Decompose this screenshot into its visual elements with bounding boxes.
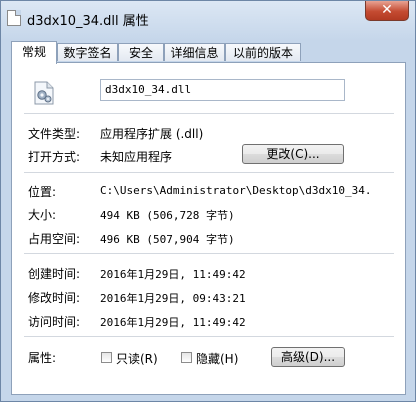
file-icon [7, 10, 21, 26]
general-panel: d3dx10_34.dll 文件类型: 应用程序扩展 (.dll) 打开方式: … [11, 62, 406, 395]
file-type-value: 应用程序扩展 (.dll) [100, 127, 204, 141]
modified-label: 修改时间: [28, 291, 81, 305]
location-label: 位置: [28, 185, 57, 199]
accessed-label: 访问时间: [28, 315, 81, 329]
size-on-disk-value: 496 KB (507,904 字节) [100, 233, 235, 246]
tab-digital-signatures[interactable]: 数字签名 [57, 43, 118, 61]
readonly-checkbox[interactable] [101, 352, 112, 363]
modified-value: 2016年1月29日, 09:43:21 [100, 292, 246, 305]
dll-gear-file-icon [34, 81, 54, 105]
hidden-label[interactable]: 隐藏(H) [196, 350, 238, 367]
separator [24, 253, 394, 254]
hidden-checkbox[interactable] [181, 352, 192, 363]
size-on-disk-label: 占用空间: [28, 232, 81, 246]
attributes-label: 属性: [28, 351, 57, 365]
title-bar[interactable]: d3dx10_34.dll 属性 ✕ [1, 1, 415, 35]
created-label: 创建时间: [28, 267, 81, 281]
separator [24, 172, 394, 173]
tab-general[interactable]: 常规 [11, 41, 57, 64]
close-button[interactable]: ✕ [365, 1, 409, 21]
size-label: 大小: [28, 208, 57, 222]
separator [24, 336, 394, 337]
tab-previous-versions[interactable]: 以前的版本 [225, 43, 301, 61]
filename-input[interactable]: d3dx10_34.dll [100, 79, 345, 101]
tab-strip: 常规 数字签名 安全 详细信息 以前的版本 [11, 41, 406, 64]
properties-window: d3dx10_34.dll 属性 ✕ 常规 数字签名 安全 详细信息 以前的版本… [0, 0, 416, 402]
separator [24, 113, 394, 114]
change-button[interactable]: 更改(C)... [242, 144, 344, 164]
tab-details[interactable]: 详细信息 [164, 43, 225, 61]
window-title: d3dx10_34.dll 属性 [27, 14, 149, 29]
opens-with-value: 未知应用程序 [100, 150, 173, 164]
advanced-button[interactable]: 高级(D)... [271, 347, 345, 367]
readonly-label[interactable]: 只读(R) [116, 350, 158, 367]
accessed-value: 2016年1月29日, 11:49:42 [100, 316, 246, 329]
opens-with-label: 打开方式: [28, 150, 81, 164]
file-type-label: 文件类型: [28, 127, 81, 141]
location-value: C:\Users\Administrator\Desktop\d3dx10_34… [100, 184, 372, 197]
size-value: 494 KB (506,728 字节) [100, 209, 235, 222]
tab-security[interactable]: 安全 [118, 43, 164, 61]
created-value: 2016年1月29日, 11:49:42 [100, 268, 246, 281]
